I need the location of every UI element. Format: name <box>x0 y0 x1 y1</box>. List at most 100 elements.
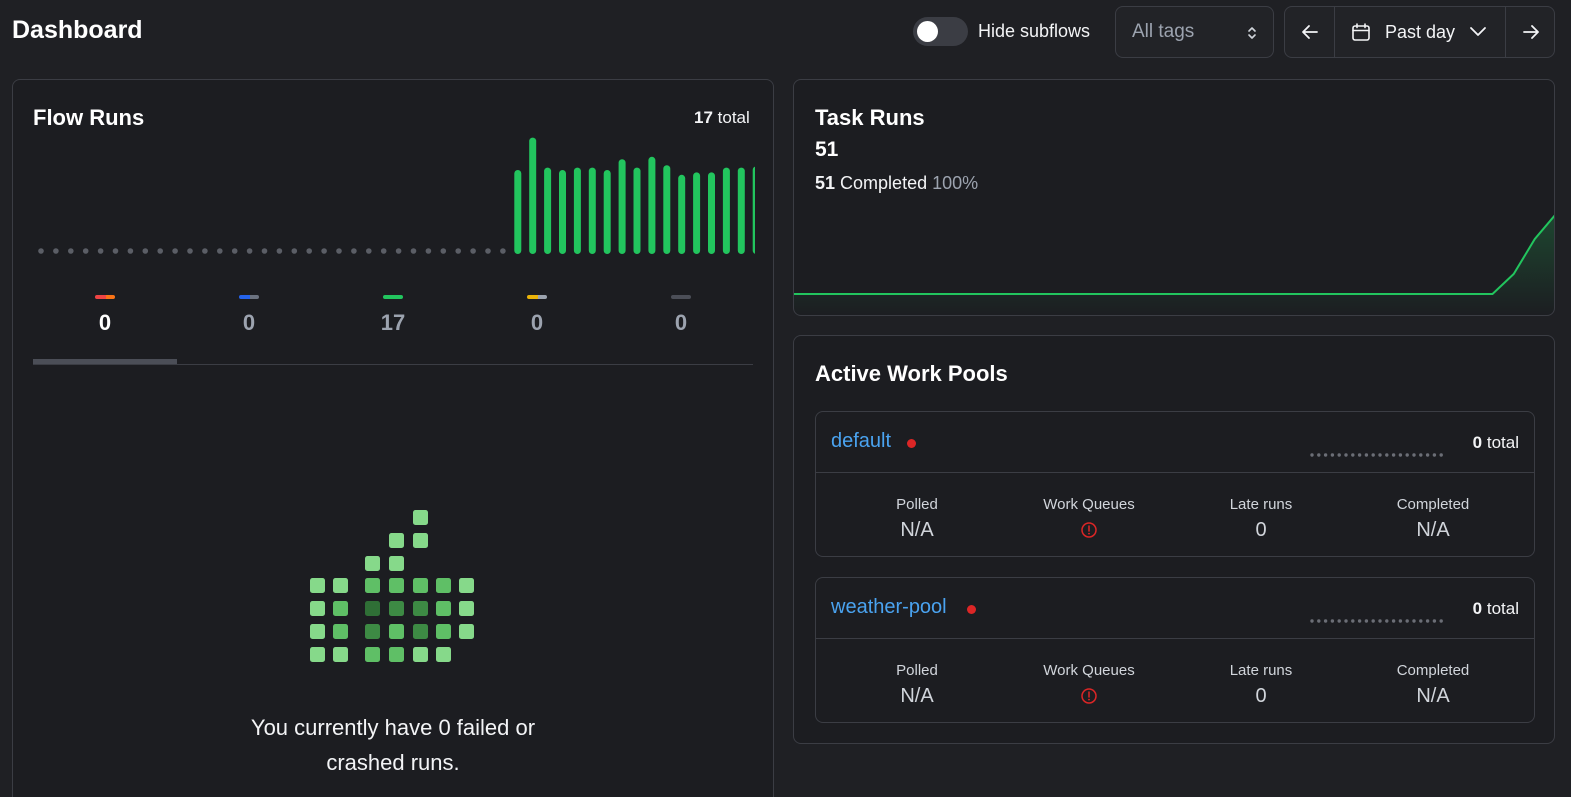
pool-runs-sparkline <box>1310 619 1443 623</box>
thumbs-up-blocks-illustration <box>310 510 474 662</box>
flow-run-bar[interactable] <box>678 174 686 254</box>
pool-stat-late-runs: Late runs 0 <box>1175 496 1347 541</box>
task-runs-title: Task Runs <box>815 105 925 130</box>
pool-stat-completed: Completed N/A <box>1347 496 1519 541</box>
task-runs-count: 51 <box>815 138 839 161</box>
range-next-button[interactable] <box>1506 7 1555 57</box>
work-pool-name-link[interactable]: weather-pool <box>831 596 947 619</box>
flow-run-bar[interactable] <box>663 165 671 254</box>
work-pool-weather-pool: weather-pool 0 total Polled N/A Work Que… <box>815 577 1535 723</box>
stat-value: N/A <box>900 519 934 541</box>
pool-run-dot <box>1310 619 1314 623</box>
pool-run-dot <box>1412 453 1416 457</box>
state-swatch <box>95 295 115 299</box>
flow-run-bar[interactable] <box>752 166 755 254</box>
pool-stat-late-runs: Late runs 0 <box>1175 662 1347 707</box>
flow-run-empty-dot <box>112 248 119 254</box>
illustration-block <box>389 556 404 571</box>
pool-divider <box>816 472 1534 473</box>
flow-run-bar[interactable] <box>722 167 730 254</box>
pool-stat-work-queues: Work Queues <box>1003 662 1175 710</box>
flow-run-empty-dot <box>231 248 238 254</box>
pool-run-dot <box>1405 619 1409 623</box>
flow-run-empty-dot <box>157 248 163 254</box>
pool-run-dot <box>1351 619 1355 623</box>
range-select-button[interactable]: Past day <box>1335 7 1506 57</box>
state-tab[interactable]: 0 <box>33 292 177 364</box>
flow-run-bar[interactable] <box>633 167 641 254</box>
illustration-block <box>413 578 428 593</box>
illustration-block <box>310 624 325 639</box>
flow-run-bar[interactable] <box>573 167 581 254</box>
range-label: Past day <box>1385 22 1456 42</box>
flow-run-empty-dot <box>202 248 208 254</box>
stat-label: Completed <box>1396 496 1470 513</box>
illustration-block <box>389 601 404 616</box>
stat-label: Work Queues <box>1043 662 1135 679</box>
task-runs-line <box>794 214 1554 295</box>
flow-run-bar[interactable] <box>529 137 537 254</box>
pool-runs-sparkline <box>1310 453 1443 457</box>
flow-run-bar[interactable] <box>514 170 522 254</box>
stat-label: Completed <box>1396 662 1470 679</box>
state-tab[interactable]: 0 <box>465 292 609 364</box>
flow-run-bar[interactable] <box>648 156 656 254</box>
flow-run-bar[interactable] <box>559 170 566 254</box>
work-pools-card: Active Work Pools default 0 total Polled… <box>793 335 1555 744</box>
state-swatch <box>239 295 259 299</box>
empty-state-message: You currently have 0 failed or crashed r… <box>193 710 593 780</box>
flow-runs-total: 17 total <box>694 108 750 128</box>
illustration-block <box>389 624 404 639</box>
state-count: 17 <box>380 310 406 335</box>
tags-filter-select[interactable]: All tags <box>1115 6 1274 58</box>
flow-run-empty-dot <box>395 248 402 254</box>
illustration-block <box>436 578 451 593</box>
stat-value: N/A <box>900 685 934 707</box>
flow-run-bar[interactable] <box>737 167 745 254</box>
pool-status-dot <box>967 605 976 614</box>
flow-run-bar[interactable] <box>544 167 552 254</box>
pool-total-count: 0 <box>1472 599 1483 618</box>
flow-runs-title: Flow Runs <box>33 105 145 130</box>
flow-run-bar[interactable] <box>708 172 715 254</box>
flow-run-bar[interactable] <box>693 172 701 254</box>
illustration-block <box>365 578 380 593</box>
flow-run-empty-dot <box>440 248 447 254</box>
stat-value: 0 <box>1255 685 1267 707</box>
work-pool-name-link[interactable]: default <box>831 430 891 453</box>
state-tab[interactable]: 17 <box>321 292 465 364</box>
empty-state-line-2: crashed runs. <box>326 750 460 775</box>
stat-label: Polled <box>896 496 938 513</box>
illustration-block <box>389 533 404 548</box>
flow-run-empty-dot <box>172 248 178 254</box>
flow-run-empty-dot <box>217 248 223 254</box>
flow-run-empty-dot <box>142 248 149 254</box>
pool-run-dot <box>1419 619 1423 623</box>
pool-run-dot <box>1317 453 1321 457</box>
pool-run-dot <box>1385 619 1389 623</box>
stat-value: 0 <box>1255 519 1267 541</box>
hide-subflows-toggle[interactable] <box>913 17 968 46</box>
state-tabs-divider <box>33 364 753 365</box>
flow-run-bar[interactable] <box>588 167 596 254</box>
illustration-block <box>459 578 474 593</box>
pool-divider <box>816 638 1534 639</box>
pool-run-dot <box>1371 619 1375 623</box>
illustration-block <box>389 578 404 593</box>
illustration-block <box>333 578 348 593</box>
state-tab[interactable]: 0 <box>177 292 321 364</box>
pool-total-suffix: total <box>1486 599 1519 618</box>
illustration-block <box>436 647 451 662</box>
flow-run-empty-dot <box>425 248 432 254</box>
task-runs-completed-pct: 100% <box>932 173 979 193</box>
flow-run-bar[interactable] <box>618 159 626 254</box>
pool-run-dot <box>1391 619 1396 623</box>
illustration-block <box>459 624 474 639</box>
pool-run-dot <box>1432 453 1437 457</box>
flow-run-bar[interactable] <box>603 170 611 254</box>
pool-run-dot <box>1357 619 1362 623</box>
range-previous-button[interactable] <box>1285 7 1335 57</box>
alert-circle-icon <box>1081 688 1097 704</box>
illustration-block <box>365 624 380 639</box>
state-tab[interactable]: 0 <box>609 292 753 364</box>
